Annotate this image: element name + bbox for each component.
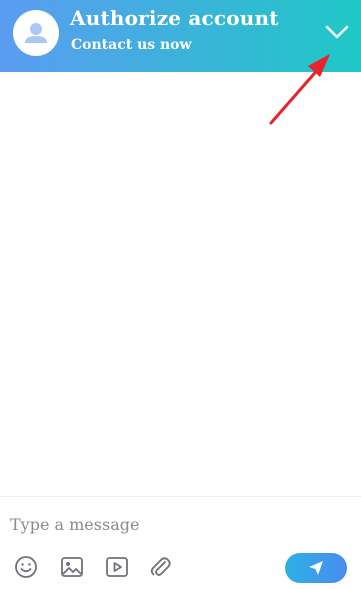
chevron-down-icon (325, 25, 349, 39)
divider (0, 496, 361, 497)
video-icon (106, 557, 128, 577)
user-avatar-icon (25, 23, 47, 43)
send-button[interactable] (285, 553, 347, 583)
video-button[interactable] (104, 554, 130, 580)
image-icon (61, 557, 83, 577)
collapse-button[interactable] (322, 20, 352, 44)
avatar (13, 10, 59, 56)
chat-header: Authorize account Contact us now (0, 0, 361, 72)
header-title: Authorize account (70, 6, 279, 30)
message-area (0, 72, 361, 496)
emoji-icon (15, 556, 37, 578)
header-subtitle: Contact us now (71, 37, 192, 53)
emoji-button[interactable] (13, 554, 39, 580)
send-icon (309, 561, 323, 575)
message-input[interactable] (10, 510, 350, 538)
attachment-icon (150, 557, 171, 576)
image-button[interactable] (59, 554, 85, 580)
attachment-button[interactable] (147, 554, 173, 580)
